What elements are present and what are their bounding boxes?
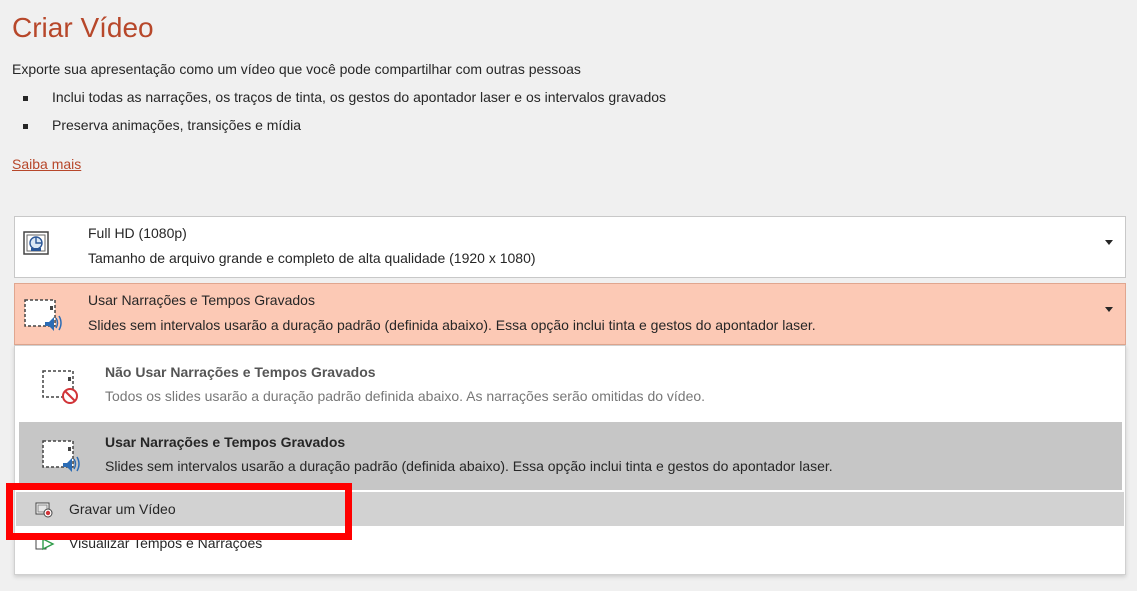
monitor-icon (23, 231, 49, 260)
bullet-item: Preserva animações, transições e mídia (23, 117, 301, 133)
preview-play-icon (35, 536, 55, 555)
option-no-narrations[interactable]: Não Usar Narrações e Tempos Gravados Tod… (19, 352, 1122, 420)
slide-no-audio-icon (41, 369, 81, 410)
quality-subtitle: Tamanho de arquivo grande e completo de … (88, 250, 536, 266)
record-video-item[interactable]: Gravar um Vídeo (16, 492, 1124, 526)
quality-dropdown[interactable]: Full HD (1080p) Tamanho de arquivo grand… (14, 216, 1126, 278)
narration-subtitle: Slides sem intervalos usarão a duração p… (88, 317, 816, 333)
slide-audio-icon (23, 298, 63, 339)
option-title: Não Usar Narrações e Tempos Gravados (105, 364, 376, 380)
option-subtitle: Slides sem intervalos usarão a duração p… (105, 458, 833, 474)
option-use-narrations[interactable]: Usar Narrações e Tempos Gravados Slides … (19, 422, 1122, 490)
chevron-down-icon (1105, 307, 1113, 312)
page-title: Criar Vídeo (12, 12, 154, 43)
bullet-item: Inclui todas as narrações, os traços de … (22, 89, 666, 105)
record-video-icon (35, 502, 53, 521)
narration-title: Usar Narrações e Tempos Gravados (88, 292, 315, 308)
preview-timings-label: Visualizar Tempos e Narrações (69, 535, 263, 551)
slide-audio-icon (41, 439, 81, 480)
narration-dropdown[interactable]: Usar Narrações e Tempos Gravados Slides … (14, 283, 1126, 345)
chevron-down-icon (1105, 240, 1113, 245)
narration-options-menu: Não Usar Narrações e Tempos Gravados Tod… (14, 345, 1126, 575)
option-title: Usar Narrações e Tempos Gravados (105, 434, 346, 450)
option-subtitle: Todos os slides usarão a duração padrão … (105, 388, 706, 404)
quality-title: Full HD (1080p) (88, 225, 187, 241)
description: Exporte sua apresentação como um vídeo q… (12, 61, 581, 77)
record-video-label: Gravar um Vídeo (69, 501, 176, 517)
learn-more-link[interactable]: Saiba mais (12, 156, 81, 172)
preview-timings-item[interactable]: Visualizar Tempos e Narrações (16, 526, 1124, 560)
